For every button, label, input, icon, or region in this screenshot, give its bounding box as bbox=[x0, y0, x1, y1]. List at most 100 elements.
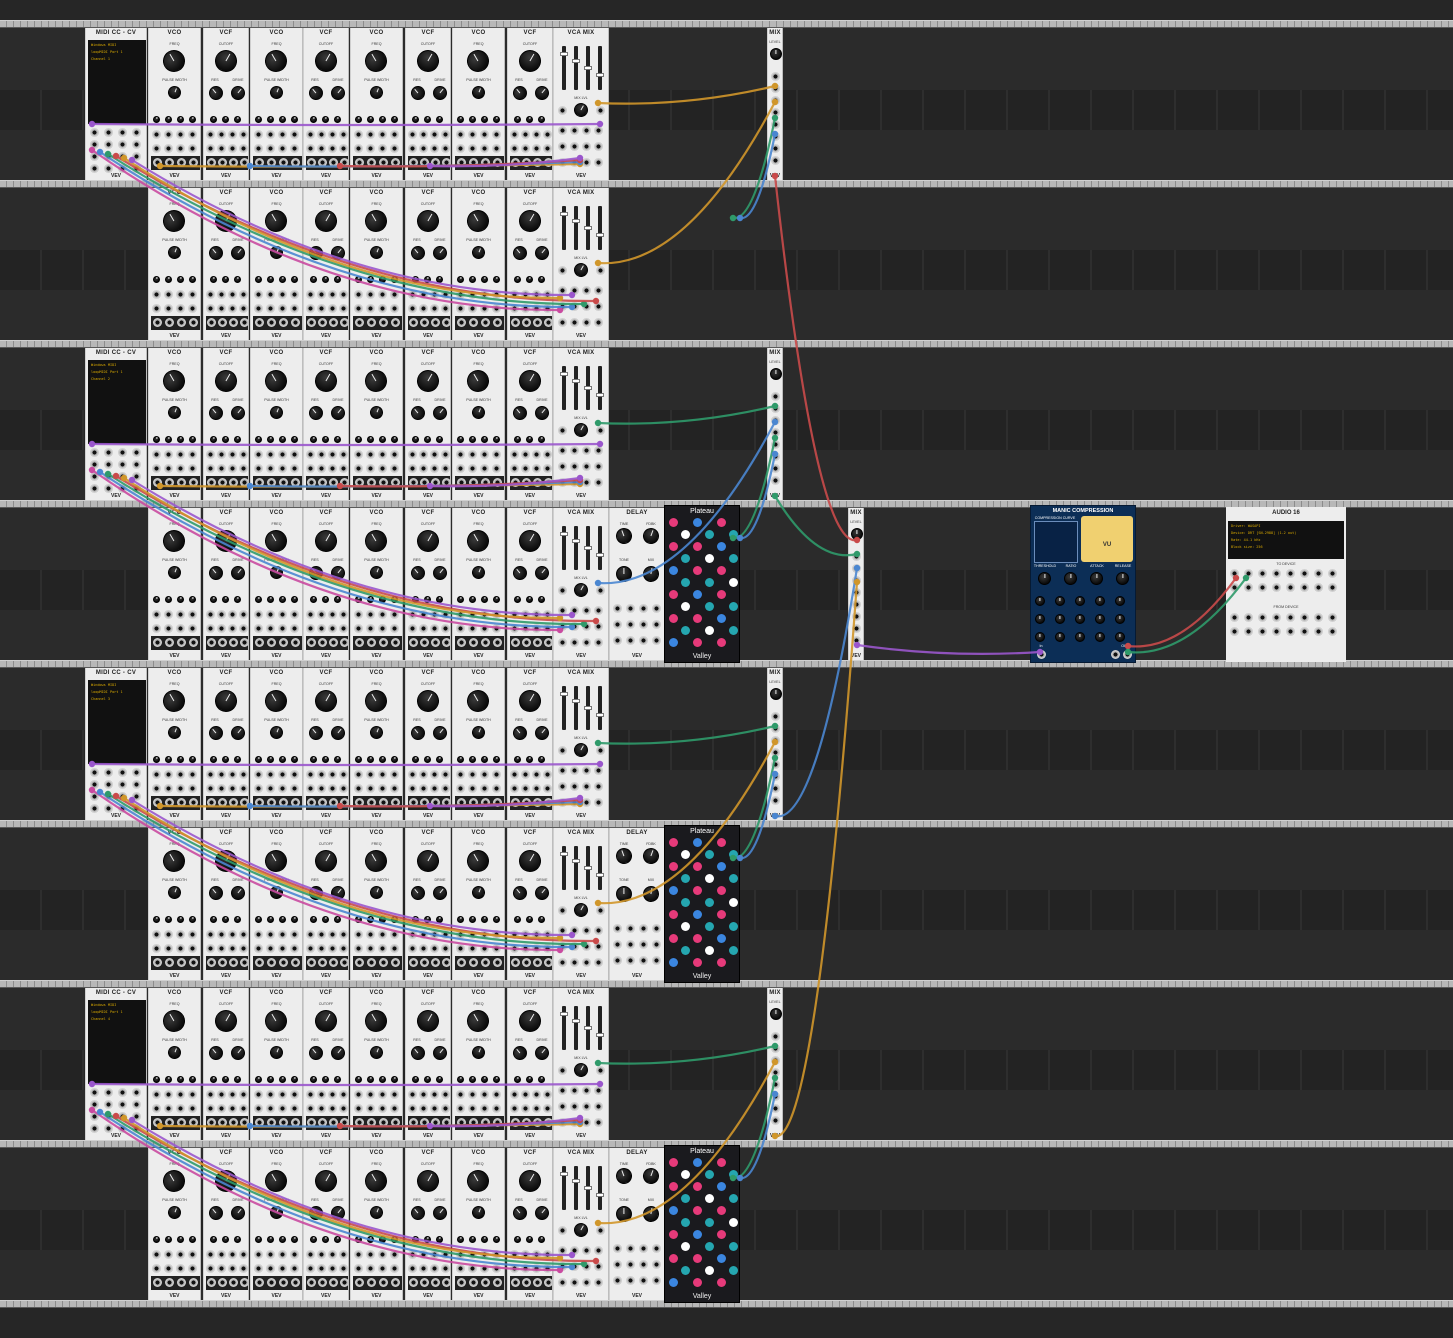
knob[interactable] bbox=[1055, 596, 1065, 606]
jack[interactable] bbox=[339, 464, 348, 473]
jack[interactable] bbox=[431, 638, 440, 647]
jack[interactable] bbox=[613, 636, 622, 645]
jack[interactable] bbox=[613, 924, 622, 933]
jack[interactable] bbox=[1230, 627, 1239, 636]
jack[interactable] bbox=[408, 944, 417, 953]
jack[interactable] bbox=[469, 798, 478, 807]
jack[interactable] bbox=[355, 798, 364, 807]
jack[interactable] bbox=[278, 464, 287, 473]
knob[interactable] bbox=[412, 436, 419, 443]
jack[interactable] bbox=[177, 958, 186, 967]
jack[interactable] bbox=[594, 158, 603, 167]
jack[interactable] bbox=[207, 158, 216, 167]
reverb-knob[interactable] bbox=[729, 530, 738, 539]
knob[interactable] bbox=[770, 48, 782, 60]
jack[interactable] bbox=[239, 1264, 248, 1273]
jack[interactable] bbox=[582, 1262, 591, 1271]
jack[interactable] bbox=[441, 610, 450, 619]
reverb-knob[interactable] bbox=[693, 1254, 702, 1263]
knob[interactable] bbox=[408, 563, 428, 583]
jack[interactable] bbox=[206, 144, 215, 153]
jack[interactable] bbox=[521, 610, 530, 619]
jack[interactable] bbox=[164, 1104, 173, 1113]
jack[interactable] bbox=[852, 564, 861, 573]
knob[interactable] bbox=[355, 756, 362, 763]
knob[interactable] bbox=[571, 1220, 591, 1240]
knob[interactable] bbox=[532, 563, 552, 583]
fader-handle[interactable] bbox=[560, 1012, 568, 1016]
level-fader[interactable] bbox=[596, 46, 604, 90]
jack[interactable] bbox=[582, 1102, 591, 1111]
jack[interactable] bbox=[188, 610, 197, 619]
jack[interactable] bbox=[521, 944, 530, 953]
jack[interactable] bbox=[558, 126, 567, 135]
jack[interactable] bbox=[379, 638, 388, 647]
jack[interactable] bbox=[532, 784, 541, 793]
jack[interactable] bbox=[596, 586, 605, 595]
jack[interactable] bbox=[164, 770, 173, 779]
jack[interactable] bbox=[480, 464, 489, 473]
fader-handle[interactable] bbox=[572, 1179, 580, 1183]
jack[interactable] bbox=[152, 290, 161, 299]
jack[interactable] bbox=[104, 1112, 113, 1121]
jack[interactable] bbox=[355, 158, 364, 167]
jack[interactable] bbox=[228, 290, 237, 299]
fader-handle[interactable] bbox=[596, 553, 604, 557]
jack[interactable] bbox=[532, 930, 541, 939]
jack[interactable] bbox=[378, 144, 387, 153]
jack[interactable] bbox=[254, 610, 263, 619]
jack[interactable] bbox=[480, 290, 489, 299]
reverb-knob[interactable] bbox=[693, 638, 702, 647]
jack[interactable] bbox=[522, 638, 531, 647]
jack[interactable] bbox=[639, 1244, 648, 1253]
jack[interactable] bbox=[594, 1102, 603, 1111]
jack[interactable] bbox=[456, 450, 465, 459]
jack[interactable] bbox=[317, 1090, 326, 1099]
jack[interactable] bbox=[290, 304, 299, 313]
reverb-knob[interactable] bbox=[693, 518, 702, 527]
jack[interactable] bbox=[279, 478, 288, 487]
midi-display[interactable]: Windows MIDI loopMIDI Port 1 Channel 3 bbox=[88, 680, 146, 764]
jack[interactable] bbox=[558, 798, 567, 807]
jack[interactable] bbox=[420, 158, 429, 167]
jack[interactable] bbox=[431, 958, 440, 967]
jack[interactable] bbox=[188, 784, 197, 793]
fader-handle[interactable] bbox=[572, 1019, 580, 1023]
knob[interactable] bbox=[334, 596, 341, 603]
knob[interactable] bbox=[360, 1165, 392, 1197]
knob[interactable] bbox=[368, 404, 385, 421]
knob[interactable] bbox=[334, 1076, 341, 1083]
jack[interactable] bbox=[430, 1104, 439, 1113]
jack[interactable] bbox=[521, 1250, 530, 1259]
jack[interactable] bbox=[118, 792, 127, 801]
jack[interactable] bbox=[442, 1278, 450, 1287]
jack[interactable] bbox=[409, 958, 418, 967]
jack[interactable] bbox=[626, 924, 635, 933]
knob[interactable] bbox=[1038, 572, 1051, 585]
jack[interactable] bbox=[378, 290, 387, 299]
knob[interactable] bbox=[412, 1165, 444, 1197]
jack[interactable] bbox=[328, 624, 337, 633]
knob[interactable] bbox=[470, 404, 487, 421]
knob[interactable] bbox=[328, 403, 348, 423]
jack[interactable] bbox=[430, 304, 439, 313]
reverb-knob[interactable] bbox=[693, 958, 702, 967]
jack[interactable] bbox=[1230, 583, 1239, 592]
reverb-knob[interactable] bbox=[693, 1206, 702, 1215]
jack[interactable] bbox=[240, 638, 248, 647]
jack[interactable] bbox=[468, 290, 477, 299]
jack[interactable] bbox=[419, 144, 428, 153]
jack[interactable] bbox=[306, 784, 315, 793]
jack[interactable] bbox=[493, 1278, 502, 1287]
knob[interactable] bbox=[538, 916, 545, 923]
jack[interactable] bbox=[366, 144, 375, 153]
jack[interactable] bbox=[391, 1278, 400, 1287]
jack[interactable] bbox=[239, 770, 248, 779]
jack[interactable] bbox=[366, 1264, 375, 1273]
jack[interactable] bbox=[266, 624, 275, 633]
jack[interactable] bbox=[408, 144, 417, 153]
jack[interactable] bbox=[217, 930, 226, 939]
jack[interactable] bbox=[409, 158, 418, 167]
knob[interactable] bbox=[424, 436, 431, 443]
jack[interactable] bbox=[544, 318, 552, 327]
